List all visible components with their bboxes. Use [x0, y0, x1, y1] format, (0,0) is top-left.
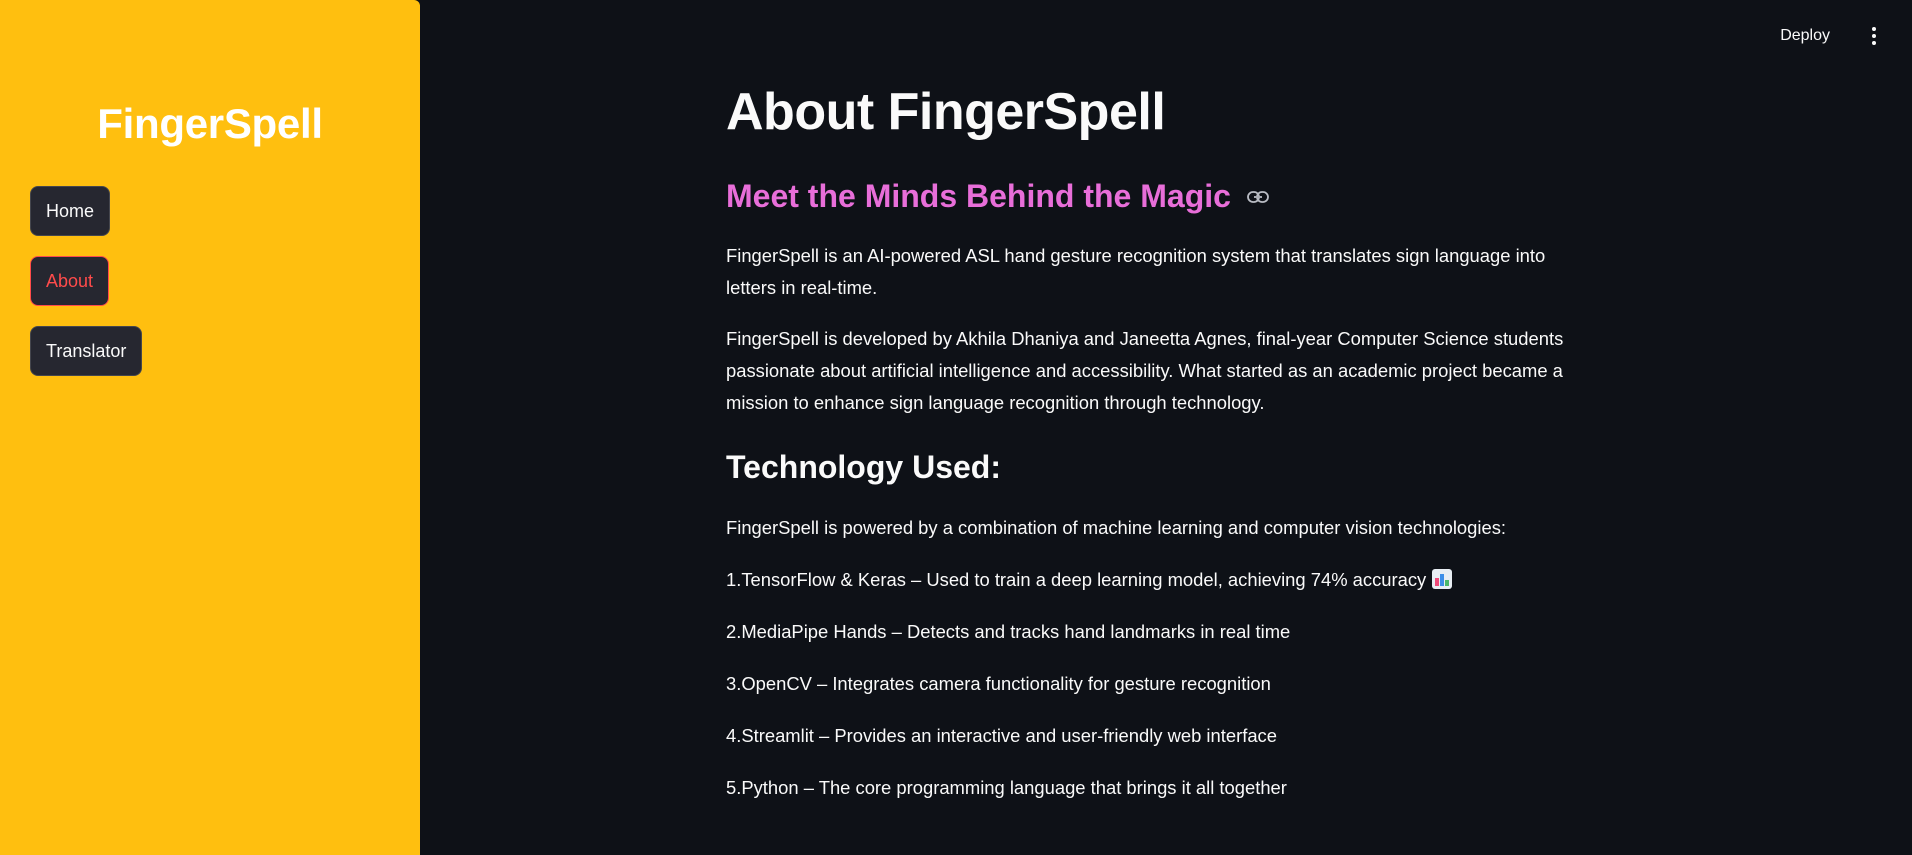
- tech-list-item: 3.OpenCV – Integrates camera functionali…: [726, 673, 1271, 694]
- intro-paragraph: FingerSpell is an AI-powered ASL hand ge…: [726, 245, 1546, 298]
- bar-chart-emoji-icon: [1432, 569, 1453, 589]
- technology-intro: FingerSpell is powered by a combination …: [726, 517, 1507, 538]
- nav-button-translator[interactable]: Translator: [30, 326, 143, 376]
- link-icon[interactable]: [1247, 190, 1269, 204]
- deploy-button[interactable]: Deploy: [1770, 21, 1840, 51]
- kebab-dot: [1872, 34, 1876, 38]
- technology-heading: Technology Used:: [726, 449, 1001, 485]
- top-toolbar: Deploy: [1770, 0, 1912, 72]
- developers-paragraph: FingerSpell is developed by Akhila Dhani…: [726, 328, 1564, 413]
- tech-list-item: 4.Streamlit – Provides an interactive an…: [726, 725, 1277, 746]
- tech-list-item-text: 1.TensorFlow & Keras – Used to train a d…: [726, 569, 1427, 590]
- page-title: About FingerSpell: [726, 83, 1166, 141]
- sidebar-nav: Home About Translator: [30, 186, 143, 396]
- sidebar-brand-title: FingerSpell: [97, 100, 323, 147]
- tech-list-item: 5.Python – The core programming language…: [726, 777, 1287, 798]
- subheader: Meet the Minds Behind the Magic: [726, 178, 1269, 215]
- sidebar: FingerSpell Home About Translator: [0, 0, 420, 855]
- subheader-text: Meet the Minds Behind the Magic: [726, 178, 1231, 214]
- kebab-dot: [1872, 27, 1876, 31]
- app-root: FingerSpell Home About Translator Deploy…: [0, 0, 1912, 855]
- nav-button-about[interactable]: About: [30, 256, 110, 306]
- nav-button-home[interactable]: Home: [30, 186, 111, 236]
- kebab-menu-icon[interactable]: [1862, 24, 1886, 48]
- kebab-dot: [1872, 41, 1876, 45]
- tech-list-item: 1.TensorFlow & Keras – Used to train a d…: [726, 564, 1596, 596]
- tech-list-item: 2.MediaPipe Hands – Detects and tracks h…: [726, 621, 1291, 642]
